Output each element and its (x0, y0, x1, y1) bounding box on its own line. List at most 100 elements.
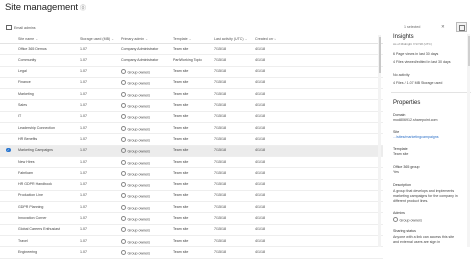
created-on-cell: 4/1/18 (255, 136, 265, 141)
table-row[interactable]: Marketing 1.07 Group owners Team site 7/15/1… (0, 89, 383, 101)
person-icon (121, 103, 126, 109)
email-admins-label: Email admins (14, 25, 36, 30)
table-row[interactable]: Leadership Connection 1.07 Group owners Tea… (0, 123, 383, 135)
site-name-cell[interactable]: Legal (18, 69, 74, 73)
sites-table: Site name⌄ Storage used (MB)⌄ Primary ad… (0, 35, 383, 259)
person-icon (121, 182, 126, 188)
primary-admin-cell: Group owners (121, 114, 171, 120)
site-name-cell[interactable]: HR Benefits (18, 137, 74, 141)
site-name-cell[interactable]: GDPR Planning (18, 205, 74, 209)
column-options-icon[interactable]: ··· (272, 37, 284, 41)
site-name-cell[interactable]: New Hires (18, 160, 74, 164)
created-on-cell: 4/1/18 (255, 238, 265, 243)
panel-scrollbar[interactable] (467, 34, 470, 247)
template-cell: Team site (173, 46, 189, 51)
primary-admin-cell: Group owners (121, 204, 171, 210)
primary-admin-cell: Group owners (121, 136, 171, 142)
site-name-cell[interactable]: IT (18, 114, 74, 118)
site-name-cell[interactable]: Leadership Connection (18, 126, 74, 130)
person-icon (121, 136, 126, 142)
site-name-cell[interactable]: Marketing Campaigns (18, 148, 74, 152)
person-icon (121, 91, 126, 97)
table-row[interactable]: Engineering 1.07 Group owners Team site 7/15… (0, 247, 383, 259)
details-pane-toggle-button[interactable] (456, 22, 467, 32)
last-activity-cell: 7/15/18 (214, 238, 226, 243)
site-name-cell[interactable]: Finance (18, 80, 74, 84)
last-activity-cell: 7/15/18 (214, 148, 226, 153)
table-row[interactable]: HR GDPR Handbook 1.07 Group owners Team sit… (0, 180, 383, 191)
table-row[interactable]: Travel 1.07 Group owners Team site 7/15/18 4/… (0, 236, 383, 248)
site-name-cell[interactable]: Sales (18, 103, 74, 107)
site-name-cell[interactable]: Community (18, 58, 74, 62)
column-header-site-name[interactable]: Site name⌄ (18, 37, 74, 41)
table-row[interactable]: New Hires 1.07 Group owners Team site 7/15/1… (0, 157, 383, 169)
template-cell: Team site (173, 204, 189, 209)
template-cell: Team site (173, 227, 189, 232)
site-name-cell[interactable]: Global Careers Enthusiast (18, 227, 74, 231)
storage-cell: 1.07 (80, 159, 87, 164)
table-row[interactable]: Finance 1.07 Group owners Team site 7/15/18 4… (0, 78, 383, 90)
admins-label: Admins (393, 211, 405, 215)
template-value: Team site (393, 152, 409, 156)
created-on-cell: 4/1/18 (255, 125, 265, 130)
template-cell: Team site (173, 125, 189, 130)
site-name-cell[interactable]: Fabrikam (18, 171, 74, 175)
primary-admin-cell: Group owners (121, 238, 171, 244)
storage-cell: 1.07 (80, 136, 87, 141)
template-cell: Team site (173, 249, 189, 254)
site-name-cell[interactable]: Travel (18, 239, 74, 243)
email-admins-button[interactable]: Email admins (6, 25, 36, 30)
primary-admin-cell: Group owners (121, 148, 171, 154)
person-icon (121, 227, 126, 233)
site-url-link[interactable]: .../sites/marketingcampaigns (393, 135, 439, 139)
table-row[interactable]: ✓ Marketing Campaigns 1.07 Group owners Team… (0, 145, 383, 157)
last-activity-cell: 7/15/18 (214, 80, 226, 85)
clear-selection-icon[interactable]: ✕ (441, 24, 445, 30)
insight-activity: No activity (393, 73, 410, 77)
table-row[interactable]: IT 1.07 Group owners Team site 7/15/18 4/1/18 (0, 112, 383, 124)
primary-admin-cell: Group owners (121, 159, 171, 165)
primary-admin-cell: Group owners (121, 182, 171, 188)
table-row[interactable]: Innovation Corner 1.07 Group owners Team si… (0, 213, 383, 225)
site-name-cell[interactable]: Innovation Corner (18, 216, 74, 220)
site-name-cell[interactable]: Office 365 Demos (18, 47, 74, 51)
person-icon (121, 148, 126, 154)
template-cell: Team site (173, 91, 189, 96)
last-activity-cell: 7/15/18 (214, 69, 226, 74)
column-header-primary-admin[interactable]: Primary admin⌄ (121, 37, 171, 41)
sharing-status-line: and external users are sign in (393, 240, 441, 244)
info-icon[interactable]: ⓪ (80, 6, 86, 12)
table-row[interactable]: HR Benefits 1.07 Group owners Team site 7/15… (0, 134, 383, 146)
created-on-cell: 4/1/18 (255, 114, 265, 119)
row-checkmark-icon[interactable]: ✓ (6, 147, 11, 153)
table-row[interactable]: Global Careers Enthusiast 1.07 Group owner… (0, 225, 383, 237)
primary-admin-cell: Group owners (121, 125, 171, 131)
created-on-cell: 4/1/18 (255, 204, 265, 209)
created-on-cell: 4/1/18 (255, 249, 265, 254)
site-name-cell[interactable]: Marketing (18, 92, 74, 96)
table-row[interactable]: Community 1.07 Company Administrator PartWo… (0, 55, 383, 67)
table-row[interactable]: GDPR Planning 1.07 Group owners Team site 7/… (0, 202, 383, 214)
primary-admin-cell: Group owners (121, 91, 171, 97)
primary-admin-cell: Company Administrator (121, 57, 159, 62)
table-row[interactable]: Fabrikam 1.07 Group owners Team site 7/15/18… (0, 168, 383, 180)
table-row[interactable]: Legal 1.07 Group owners Team site 7/15/18 4/1… (0, 67, 383, 78)
column-header-storage[interactable]: Storage used (MB)⌄ (80, 37, 116, 41)
last-activity-cell: 7/15/18 (214, 91, 226, 96)
person-icon (121, 80, 126, 86)
panel-scrollbar-thumb[interactable] (467, 36, 470, 66)
created-on-cell: 4/1/18 (255, 193, 265, 198)
table-scrollbar[interactable] (378, 35, 381, 247)
details-panel: Insights As of Midnight 7/17/18 (UTC) 6 … (391, 34, 474, 247)
last-activity-cell: 7/15/18 (214, 170, 226, 175)
table-row[interactable]: Office 365 Demos 1.07 Company Administrato… (0, 44, 383, 56)
site-name-cell[interactable]: Engineering (18, 250, 74, 254)
column-header-template[interactable]: Template⌄ (173, 37, 211, 41)
scrollbar-thumb[interactable] (378, 37, 381, 73)
column-header-last-activity[interactable]: Last activity (UTC)⌄ (214, 37, 252, 41)
site-name-cell[interactable]: Production Line (18, 193, 74, 197)
template-cell: Team site (173, 148, 189, 153)
site-name-cell[interactable]: HR GDPR Handbook (18, 182, 74, 186)
table-row[interactable]: Sales 1.07 Group owners Team site 7/15/18 4/1… (0, 100, 383, 112)
table-row[interactable]: Production Line 1.07 Group owners Team site… (0, 191, 383, 203)
